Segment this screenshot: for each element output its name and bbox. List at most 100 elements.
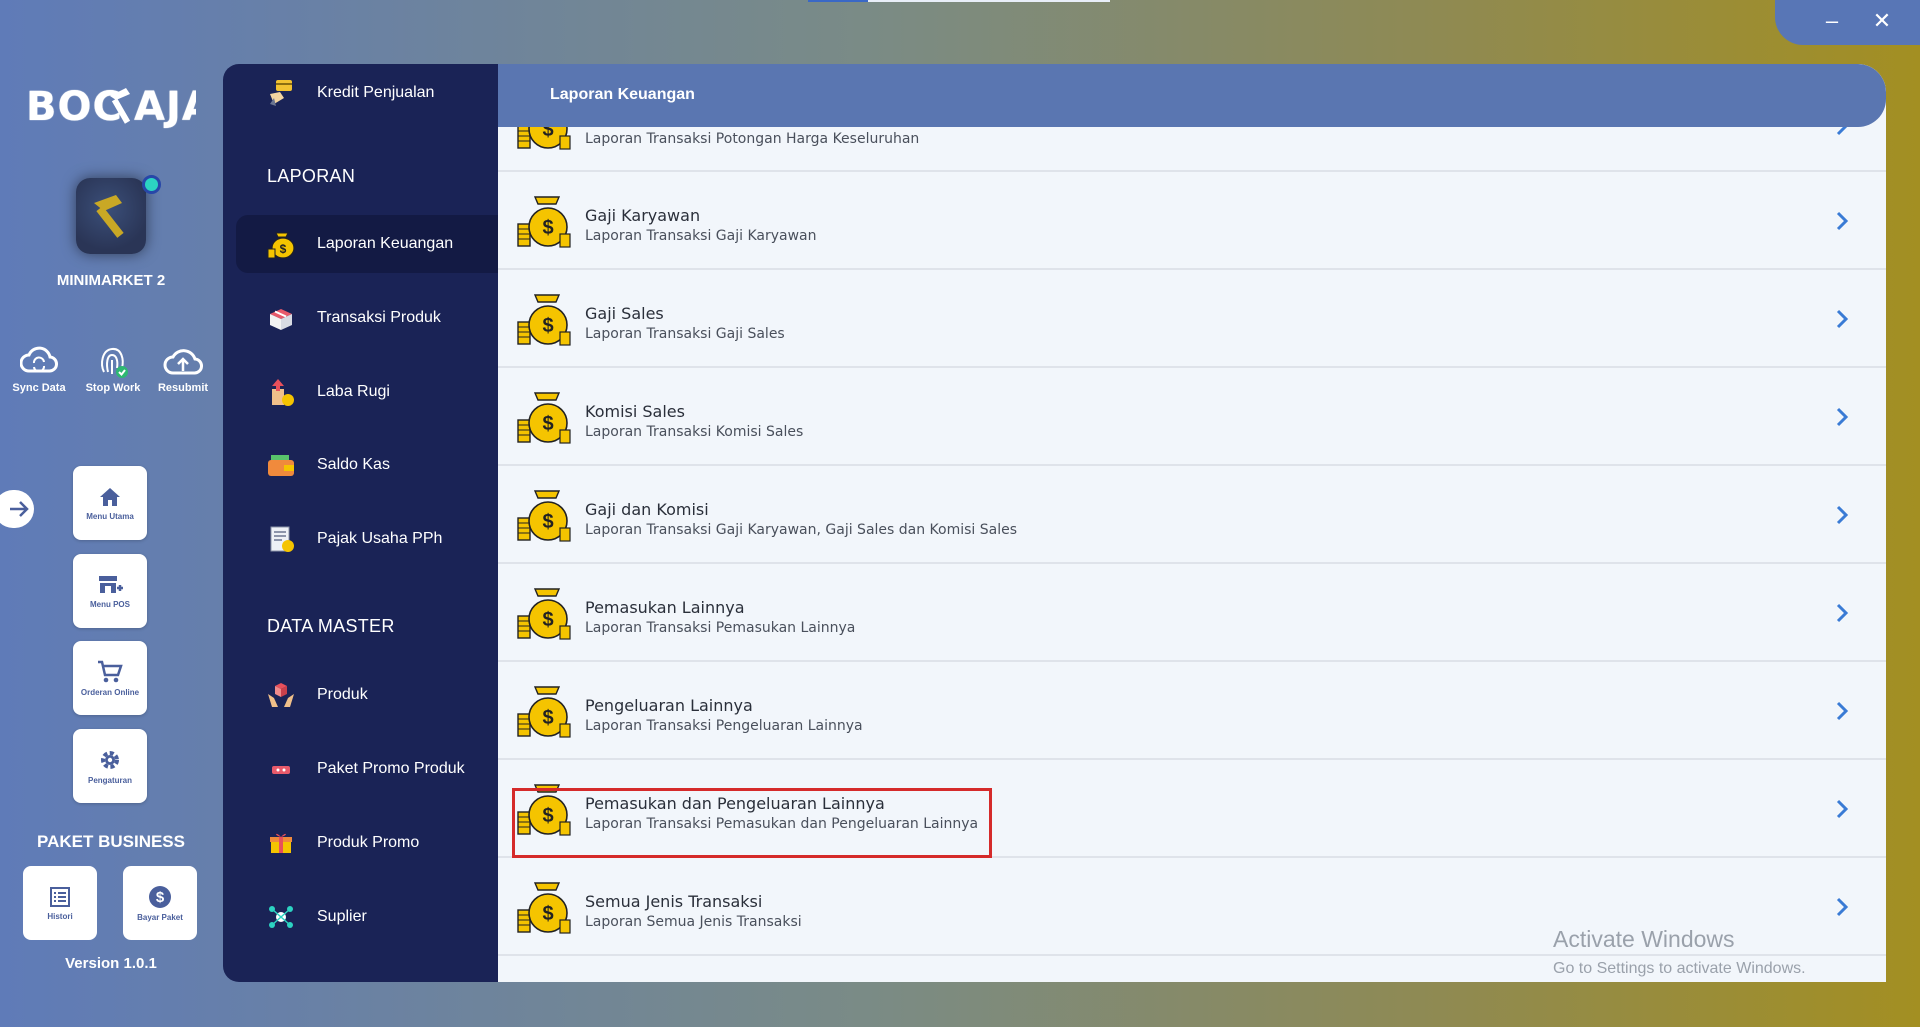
money-bag-icon: $ [516,390,572,446]
report-title: Pengeluaran Lainnya [585,696,753,715]
money-bag-icon: $ [516,586,572,642]
svg-text:AJA: AJA [134,84,196,130]
chevron-right-icon[interactable] [1834,602,1850,624]
cloud-upload-icon [163,349,203,375]
report-row[interactable]: $ Laporan Transaksi Potongan Harga Keselu… [498,127,1886,172]
sidebar-item-produk-promo[interactable]: Produk Promo [223,814,498,872]
svg-text:$: $ [542,511,553,533]
report-title: Gaji Karyawan [585,206,701,225]
chevron-right-icon[interactable] [1834,798,1850,820]
report-title: Komisi Sales [585,402,685,421]
chevron-right-icon[interactable] [1834,896,1850,918]
gift-box-icon [265,827,297,859]
activate-windows-title: Activate Windows [1553,926,1735,952]
histori-label: Histori [47,911,73,921]
sidebar-item-label: Transaksi Produk [317,309,441,326]
product-hands-icon [265,679,297,711]
money-bag-icon: $ [516,127,572,152]
sidebar-item-laporan-keuangan[interactable]: $ Laporan Keuangan [236,215,498,273]
store-icon [99,575,123,593]
menu-utama-label: Menu Utama [86,511,134,521]
section-data-master: DATA MASTER [267,616,395,636]
gear-icon [101,750,119,769]
chevron-right-icon[interactable] [1834,127,1850,137]
online-status-dot [142,175,161,194]
bayar-paket-tile[interactable]: $ Bayar Paket [123,866,197,940]
pengaturan-label: Pengaturan [87,775,132,785]
sidebar-item-label: Laba Rugi [317,383,390,400]
report-subtitle: Laporan Semua Jenis Transaksi [585,914,802,930]
report-subtitle: Laporan Transaksi Komisi Sales [585,424,804,440]
report-row[interactable]: $ Gaji Sales Laporan Transaksi Gaji Sales [498,270,1886,368]
orderan-online-tile[interactable]: Orderan Online [73,641,147,715]
expand-sidebar-button[interactable] [0,490,34,528]
activate-windows-subtitle: Go to Settings to activate Windows. [1553,960,1806,977]
report-title: Gaji Sales [585,304,664,323]
report-row[interactable]: $ Gaji dan Komisi Laporan Transaksi Gaji K… [498,466,1886,564]
bayar-paket-label: Bayar Paket [137,912,183,922]
stop-work-button[interactable]: Stop Work [80,342,146,394]
svg-text:$: $ [542,707,553,729]
sidebar-item-paket-promo[interactable]: Paket Promo Produk [223,740,498,798]
chevron-right-icon[interactable] [1834,210,1850,232]
report-title: Gaji dan Komisi [585,500,709,519]
top-progress-fill [808,0,868,2]
histori-tile[interactable]: Histori [23,866,97,940]
store-avatar[interactable] [76,178,146,254]
list-icon [50,886,70,907]
report-row[interactable]: $ Pengeluaran Lainnya Laporan Transaksi Pe… [498,662,1886,760]
resubmit-button[interactable]: Resubmit [150,342,216,394]
sidebar-item-pajak-usaha[interactable]: Pajak Usaha PPh [223,510,498,568]
sidebar-item-label: Saldo Kas [317,456,390,473]
sidebar-item-label: Produk Promo [317,834,420,851]
sidebar-item-laba-rugi[interactable]: Laba Rugi [223,363,498,421]
paket-title: PAKET BUSINESS [37,832,185,851]
close-button[interactable]: ✕ [1867,8,1897,34]
sync-icon [20,346,58,373]
chevron-right-icon[interactable] [1834,700,1850,722]
sidebar-item-kredit-penjualan[interactable]: Kredit Penjualan [223,64,498,122]
home-icon [100,487,120,506]
report-title: Pemasukan dan Pengeluaran Lainnya [585,794,885,813]
report-row[interactable]: $ Gaji Karyawan Laporan Transaksi Gaji Kar… [498,172,1886,270]
credit-card-icon [265,77,297,109]
report-subtitle: Laporan Transaksi Pemasukan dan Pengelua… [585,816,979,832]
report-subtitle: Laporan Transaksi Gaji Sales [585,326,785,342]
report-title: Semua Jenis Transaksi [585,892,763,911]
money-bag-icon: $ [516,782,572,838]
sidebar-item-saldo-kas[interactable]: Saldo Kas [223,436,498,494]
sidebar-item-label: Suplier [317,908,367,925]
sidebar-item-suplier[interactable]: Suplier [223,888,498,946]
chevron-right-icon[interactable] [1834,308,1850,330]
svg-text:$: $ [542,805,553,827]
box-icon [265,302,297,334]
report-list: $ Laporan Transaksi Potongan Harga Keselu… [498,127,1886,956]
sync-data-button[interactable]: Sync Data [6,342,72,394]
report-subtitle: Laporan Transaksi Pengeluaran Lainnya [585,718,863,734]
svg-text:$: $ [542,903,553,925]
page-title: Laporan Keuangan [550,86,695,103]
menu-pos-tile[interactable]: Menu POS [73,554,147,628]
menu-utama-tile[interactable]: Menu Utama [73,466,147,540]
money-bag-icon: $ [516,684,572,740]
sidebar-item-transaksi-produk[interactable]: Transaksi Produk [223,289,498,347]
sync-data-label: Sync Data [12,382,66,394]
wallet-icon [265,449,297,481]
chevron-right-icon[interactable] [1834,406,1850,428]
report-subtitle: Laporan Transaksi Pemasukan Lainnya [585,620,856,636]
promo-ticket-icon [265,753,297,785]
report-row[interactable]: $ Pemasukan Lainnya Laporan Transaksi Pema… [498,564,1886,662]
main-panel: Laporan Keuangan $ Laporan Transaksi Poto… [498,64,1886,982]
minimize-button[interactable]: – [1817,8,1847,34]
menu-pos-label: Menu POS [89,599,130,609]
left-rail: BOC AJA MINIMARKET 2 Sync Data Stop Work [0,0,222,1027]
chevron-right-icon[interactable] [1834,504,1850,526]
report-row[interactable]: $ Pemasukan dan Pengeluaran Lainnya Lapora… [498,760,1886,858]
orderan-online-label: Orderan Online [80,687,140,697]
svg-text:$: $ [156,889,165,906]
sidebar-item-produk[interactable]: Produk [223,666,498,724]
pengaturan-tile[interactable]: Pengaturan [73,729,147,803]
report-row[interactable]: $ Komisi Sales Laporan Transaksi Komisi Sa… [498,368,1886,466]
sidebar-item-label: Kredit Penjualan [317,84,435,101]
cart-icon [98,660,123,682]
